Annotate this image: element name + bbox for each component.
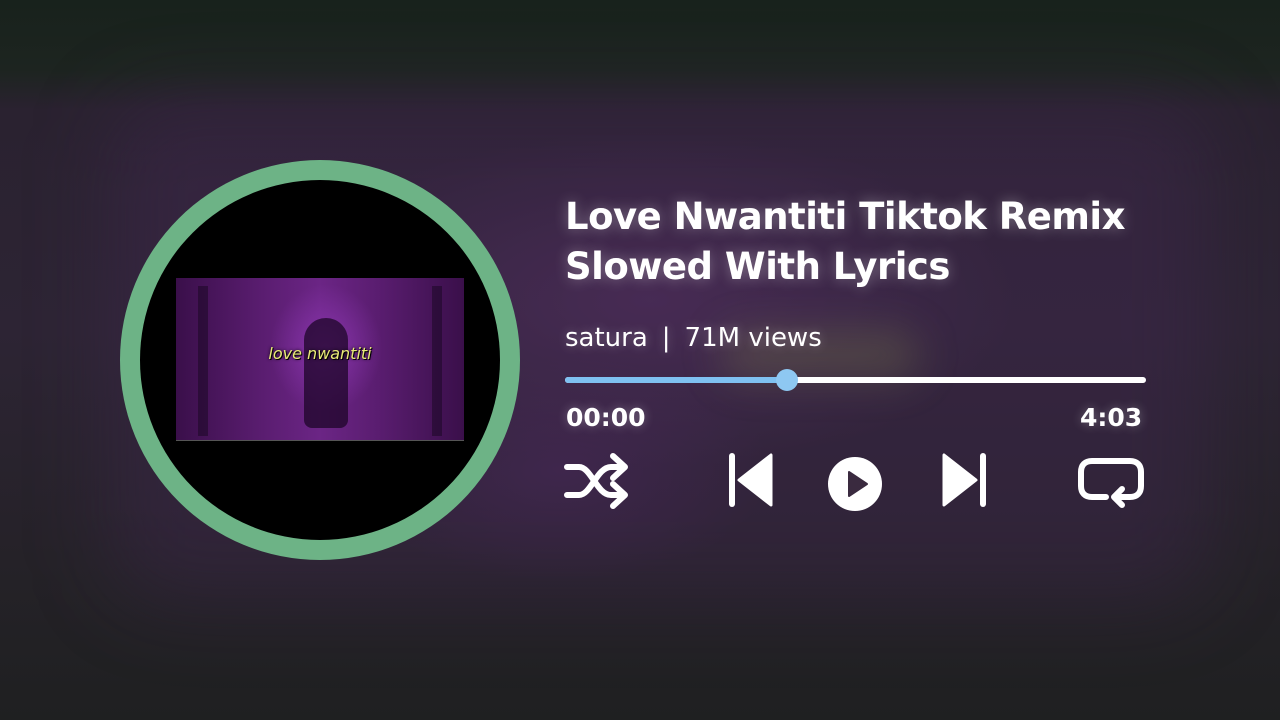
previous-button[interactable] [725,450,775,510]
progress-fill [565,377,787,383]
repeat-icon [1078,458,1144,508]
album-art-thumbnail: love nwantiti [176,278,464,441]
album-art-figure [304,318,348,428]
shuffle-icon [564,453,628,509]
progress-knob[interactable] [775,369,798,391]
play-icon [828,457,882,511]
repeat-button[interactable] [1076,455,1146,509]
total-time: 4:03 [1080,403,1143,432]
previous-icon [729,453,773,507]
play-button[interactable] [826,455,884,513]
album-art-caption: love nwantiti [268,344,372,363]
progress-bar[interactable] [565,369,1146,391]
next-icon [942,453,986,507]
track-title: Love Nwantiti Tiktok Remix Slowed With L… [565,195,1125,288]
shuffle-button[interactable] [563,450,633,512]
track-meta: satura | 71M views [565,320,822,356]
artist-name: satura [565,323,648,353]
view-count: 71M views [684,323,822,353]
current-time: 00:00 [566,403,646,432]
meta-separator: | [661,323,671,353]
album-art-disc: love nwantiti [140,180,500,540]
album-art-ring: love nwantiti [120,160,520,560]
next-button[interactable] [940,450,990,510]
